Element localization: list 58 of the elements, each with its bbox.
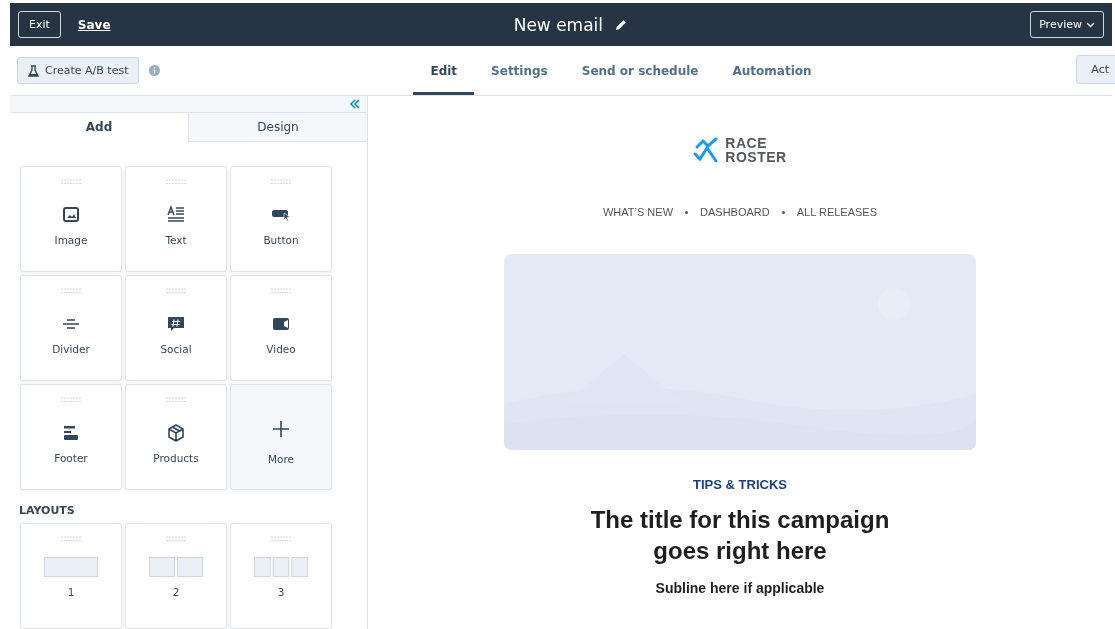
drag-handle-icon bbox=[270, 536, 292, 542]
layout-tile[interactable]: 1 bbox=[20, 523, 122, 629]
email-title: New email bbox=[513, 14, 604, 35]
block-tile[interactable]: More bbox=[230, 384, 332, 490]
drag-handle-icon bbox=[60, 536, 82, 542]
actions-button[interactable]: Act bbox=[1076, 55, 1115, 84]
bullet-icon bbox=[685, 210, 689, 214]
nav-tab[interactable]: Edit bbox=[413, 46, 475, 95]
nav-tab[interactable]: Send or schedule bbox=[564, 46, 716, 95]
hashtag-bubble-icon bbox=[166, 314, 186, 334]
save-link[interactable]: Save bbox=[77, 17, 111, 32]
footer-icon bbox=[61, 423, 81, 443]
drag-handle-icon bbox=[270, 288, 292, 294]
email-nav-link[interactable]: DASHBOARD bbox=[700, 206, 770, 218]
nav-tab[interactable]: Automation bbox=[715, 46, 829, 95]
image-icon bbox=[61, 205, 81, 225]
drag-handle-icon bbox=[165, 288, 187, 294]
logo-text: RACE ROSTER bbox=[725, 136, 787, 164]
block-tile[interactable]: Divider bbox=[20, 275, 122, 381]
drag-handle-icon bbox=[60, 179, 82, 185]
plus-icon bbox=[271, 419, 291, 439]
box-icon bbox=[166, 423, 186, 443]
exit-button[interactable]: Exit bbox=[18, 11, 61, 38]
nav-tab[interactable]: Settings bbox=[474, 46, 565, 95]
flask-icon bbox=[28, 64, 39, 77]
eyebrow-text: TIPS & TRICKS bbox=[693, 477, 787, 492]
preview-button[interactable]: Preview bbox=[1030, 11, 1104, 38]
collapse-icon[interactable] bbox=[349, 98, 361, 109]
info-icon[interactable] bbox=[149, 65, 161, 76]
email-nav-link[interactable]: ALL RELEASES bbox=[796, 206, 878, 218]
drag-handle-icon bbox=[60, 288, 82, 294]
pencil-icon[interactable] bbox=[615, 18, 628, 31]
drag-handle-icon bbox=[165, 397, 187, 403]
block-tile[interactable]: Footer bbox=[20, 384, 122, 490]
block-tile[interactable]: Button bbox=[230, 166, 332, 272]
text-format-icon bbox=[166, 205, 186, 225]
drag-handle-icon bbox=[165, 536, 187, 542]
block-tile[interactable]: Video bbox=[230, 275, 332, 381]
columns-icon bbox=[254, 557, 308, 577]
columns-icon bbox=[44, 557, 98, 577]
drag-handle-icon bbox=[60, 397, 82, 403]
create-ab-test-button[interactable]: Create A/B test bbox=[17, 57, 140, 84]
layout-tile[interactable]: 2 bbox=[125, 523, 227, 629]
block-tile[interactable]: Text bbox=[125, 166, 227, 272]
bullet-icon bbox=[781, 210, 785, 214]
columns-icon bbox=[149, 557, 203, 577]
layout-tile[interactable]: 3 bbox=[230, 523, 332, 629]
block-tile[interactable]: Social bbox=[125, 275, 227, 381]
block-tile[interactable]: Image bbox=[20, 166, 122, 272]
block-tile[interactable]: Products bbox=[125, 384, 227, 490]
email-nav-link[interactable]: WHAT’S NEW bbox=[602, 206, 674, 218]
email-headline: The title for this campaign goes right here bbox=[589, 505, 891, 566]
chevron-down-icon bbox=[1086, 21, 1095, 28]
drag-handle-icon bbox=[165, 179, 187, 185]
panel-tab[interactable]: Design bbox=[188, 112, 367, 142]
subline-text: Subline here if applicable bbox=[655, 580, 825, 596]
section-heading: LAYOUTS bbox=[18, 503, 76, 519]
drag-handle-icon bbox=[270, 179, 292, 185]
